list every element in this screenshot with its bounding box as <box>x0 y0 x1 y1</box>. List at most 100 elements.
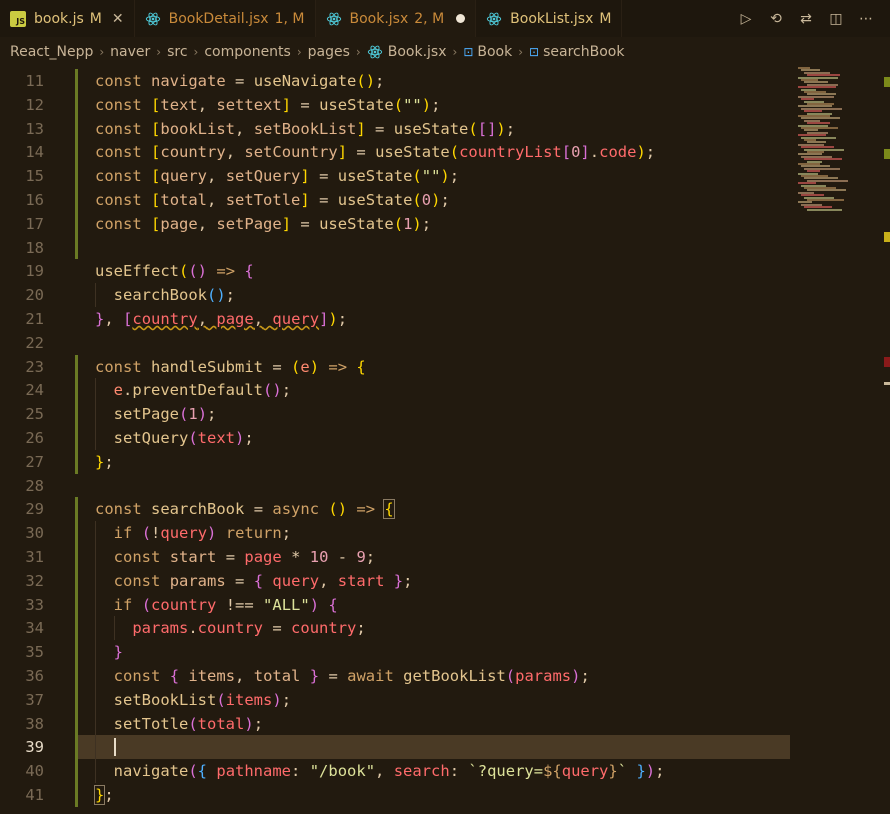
split-editor-icon[interactable]: ◫ <box>826 9 846 29</box>
breadcrumb-item[interactable]: naver <box>110 44 150 60</box>
code-line[interactable]: 12 const [text, settext] = useState(""); <box>0 93 790 117</box>
code-text: const [total, setTotle] = useState(0); <box>95 191 450 209</box>
code-line[interactable]: 22 <box>0 331 790 355</box>
line-number: 28 <box>25 476 44 495</box>
code-text: setBookList(items); <box>113 690 292 709</box>
breadcrumb-label: searchBook <box>543 44 625 60</box>
line-number: 25 <box>25 405 44 424</box>
git-change-marker[interactable] <box>75 354 78 474</box>
run-icon[interactable]: ▷ <box>736 9 756 29</box>
tab-book-jsx[interactable]: Book.jsx 2, M <box>315 0 477 37</box>
code-text: const start = page * 10 - 9; <box>113 548 376 566</box>
code-text: navigate({ pathname: "/book", search: `?… <box>113 762 665 781</box>
code-line[interactable]: 11 const navigate = useNavigate(); <box>0 69 790 93</box>
more-actions-icon[interactable]: ⋯ <box>856 9 876 29</box>
code-line[interactable]: 40 navigate({ pathname: "/book", search:… <box>0 759 790 783</box>
code-line[interactable]: 14 const [country, setCountry] = useState… <box>0 140 790 164</box>
line-number: 23 <box>25 357 44 376</box>
code-editor[interactable]: 11 const navigate = useNavigate(); 12 const… <box>0 67 890 814</box>
line-number: 21 <box>25 310 44 328</box>
code-line[interactable]: 35 } <box>0 640 790 664</box>
code-line[interactable]: 15 const [query, setQuery] = useState("")… <box>0 164 790 188</box>
code-text: params.country = country; <box>132 619 366 638</box>
code-text: const params = { query, start }; <box>113 571 413 590</box>
code-line[interactable]: 31 const start = page * 10 - 9; <box>0 545 790 569</box>
react-icon <box>326 12 341 25</box>
code-line[interactable]: 39 <box>0 735 790 760</box>
code-line[interactable]: 38 setTotle(total); <box>0 712 790 736</box>
line-number: 31 <box>25 548 44 566</box>
tab-status: M <box>599 10 612 27</box>
code-line[interactable]: 25 setPage(1); <box>0 402 790 426</box>
line-number: 14 <box>25 143 44 162</box>
code-text: }, [country, page, query]); <box>95 310 348 328</box>
code-line[interactable]: 27}; <box>0 450 790 474</box>
tab-booklist-jsx[interactable]: BookList.jsx M <box>476 0 623 37</box>
cursor-marker <box>884 382 890 385</box>
breadcrumb-item[interactable]: components <box>204 44 291 60</box>
line-number: 34 <box>25 619 44 638</box>
breadcrumb-item[interactable]: ⊡ searchBook <box>529 44 624 60</box>
breadcrumb-item[interactable]: Book.jsx <box>367 44 447 60</box>
js-icon: JS <box>10 10 26 27</box>
git-change-marker[interactable] <box>75 497 78 807</box>
code-line[interactable]: 34 params.country = country; <box>0 616 790 640</box>
code-line[interactable]: 30 if (!query) return; <box>0 521 790 545</box>
react-icon <box>145 12 160 25</box>
line-number: 30 <box>25 524 44 543</box>
tab-book-js[interactable]: JS book.js M ✕ <box>0 0 135 37</box>
code-line[interactable]: 16 const [total, setTotle] = useState(0); <box>0 188 790 212</box>
compare-icon[interactable]: ⇄ <box>796 9 816 29</box>
breadcrumb-item[interactable]: React_Nepp <box>10 44 93 60</box>
code-line[interactable]: 20 searchBook(); <box>0 283 790 307</box>
code-line[interactable]: 19 useEffect(() => { <box>0 259 790 283</box>
breadcrumb-item[interactable]: pages <box>308 44 350 60</box>
indent-guide <box>95 521 96 783</box>
code-line[interactable]: 26 setQuery(text); <box>0 426 790 450</box>
code-text: setQuery(text); <box>113 429 254 447</box>
unsaved-dot-icon[interactable] <box>456 14 466 23</box>
code-line[interactable]: 21 }, [country, page, query]); <box>0 307 790 331</box>
code-text: const [bookList, setBookList] = useState… <box>95 119 516 138</box>
breadcrumb-label: src <box>167 44 188 60</box>
change-marker <box>884 77 890 87</box>
code-text: const [text, settext] = useState(""); <box>95 95 441 114</box>
minimap[interactable] <box>790 67 880 227</box>
code-line[interactable]: 18 <box>0 236 790 260</box>
tab-label: BookDetail.jsx <box>168 10 269 27</box>
line-number: 18 <box>25 238 44 257</box>
code-line[interactable]: 37 setBookList(items); <box>0 688 790 712</box>
tab-bookdetail-jsx[interactable]: BookDetail.jsx 1, M <box>135 0 316 37</box>
symbol-icon: ⊡ <box>463 45 474 59</box>
code-text: const [page, setPage] = useState(1); <box>95 214 432 233</box>
react-icon <box>367 45 382 59</box>
code-line[interactable]: 23 const handleSubmit = (e) => { <box>0 355 790 379</box>
code-line[interactable]: 17 const [page, setPage] = useState(1); <box>0 212 790 236</box>
error-marker <box>884 357 890 367</box>
code-line[interactable]: 29 const searchBook = async () => { <box>0 497 790 521</box>
line-number: 41 <box>25 786 44 804</box>
chevron-right-icon: › <box>99 45 105 59</box>
code-text: const { items, total } = await getBookLi… <box>113 667 590 685</box>
breadcrumb-item[interactable]: src <box>167 44 187 60</box>
indent-guide <box>95 283 96 307</box>
indent-guide <box>95 378 96 450</box>
code-line[interactable]: 13 const [bookList, setBookList] = useSta… <box>0 117 790 141</box>
breadcrumb: React_Nepp › naver › src › components › pages › Bo… <box>0 37 890 67</box>
code-line[interactable]: 24 e.preventDefault(); <box>0 378 790 402</box>
code-line[interactable]: 28 <box>0 474 790 498</box>
tab-label: Book.jsx <box>349 10 409 27</box>
line-number: 13 <box>25 119 44 138</box>
code-text: useEffect(() => { <box>95 262 254 281</box>
code-line[interactable]: 33 if (country !== "ALL") { <box>0 593 790 617</box>
close-icon[interactable]: ✕ <box>112 11 124 27</box>
code-line[interactable]: 41}; <box>0 783 790 807</box>
code-text <box>95 735 116 759</box>
code-line[interactable]: 32 const params = { query, start }; <box>0 569 790 593</box>
timeline-icon[interactable]: ⟲ <box>766 9 786 29</box>
breadcrumb-item[interactable]: ⊡ Book <box>463 44 512 60</box>
code-line[interactable]: 36 const { items, total } = await getBoo… <box>0 664 790 688</box>
line-number: 36 <box>25 667 44 685</box>
line-number: 37 <box>25 690 44 709</box>
git-change-marker[interactable] <box>75 69 78 260</box>
